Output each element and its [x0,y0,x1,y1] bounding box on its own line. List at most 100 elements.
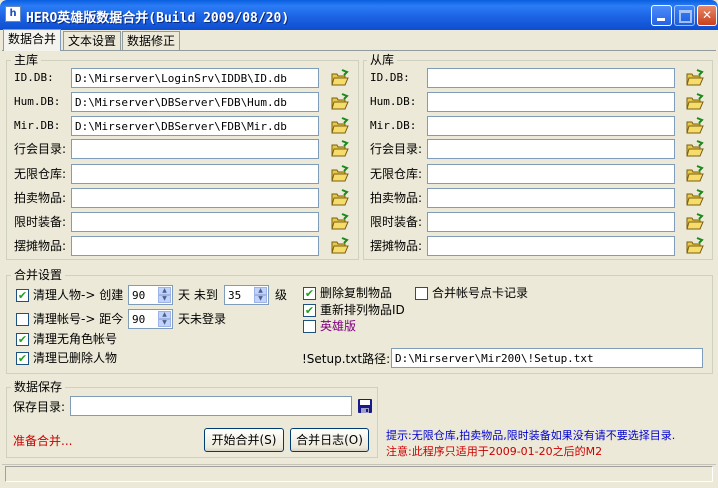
slave-db-label-3: 行会目录: [370,142,423,156]
main-db-label-7: 摆摊物品: [14,239,67,253]
clean-no-char-checkbox[interactable]: ✔ [16,333,29,346]
slave-db-field-7[interactable] [427,236,675,256]
status-bar-pane [5,466,713,482]
merge-settings-title: 合并设置 [11,268,66,282]
clean-chars-days-spinner[interactable]: 90 ▲ ▼ [128,285,173,305]
slave-db-field-2[interactable] [427,116,675,136]
slave-db-field-0[interactable] [427,68,675,88]
start-merge-button[interactable]: 开始合并(S) [204,428,284,452]
folder-open-icon[interactable] [685,237,705,255]
minimize-button[interactable] [651,5,672,26]
close-button[interactable]: ✕ [697,5,717,26]
slave-db-label-2: Mir.DB: [370,119,417,132]
slave-db-field-4[interactable] [427,164,675,184]
folder-open-icon[interactable] [330,93,350,111]
clean-accounts-checkbox[interactable] [16,313,29,326]
warning-text: 注意:此程序只适用于2009-01-20之后的M2 [386,445,603,458]
slave-db-field-5[interactable] [427,188,675,208]
main-db-field-4[interactable] [71,164,319,184]
hero-checkbox[interactable] [303,320,316,333]
main-db-title: 主库 [11,53,42,67]
tab-data-merge[interactable]: 数据合并 [3,29,62,51]
folder-open-icon[interactable] [330,213,350,231]
clean-chars-checkbox[interactable]: ✔ [16,289,29,302]
hero-label: 英雄版 [320,319,357,333]
slave-db-label-6: 限时装备: [370,215,423,229]
renumber-checkbox[interactable]: ✔ [303,304,316,317]
folder-open-icon[interactable] [685,69,705,87]
main-db-label-3: 行会目录: [14,142,67,156]
slave-db-field-6[interactable] [427,212,675,232]
folder-open-icon[interactable] [330,69,350,87]
merge-card-checkbox[interactable] [415,287,428,300]
setup-path-label: !Setup.txt路径: [302,352,391,366]
folder-open-icon[interactable] [685,213,705,231]
clean-deleted-checkbox[interactable]: ✔ [16,352,29,365]
window-title: HERO英雄版数据合并(Build 2009/08/20) [26,11,290,26]
main-db-field-7[interactable] [71,236,319,256]
status-text: 准备合并... [13,434,73,448]
clean-no-char-label: 清理无角色帐号 [33,332,118,346]
maximize-button[interactable] [674,5,695,26]
clean-deleted-label: 清理已删除人物 [33,351,118,365]
save-title: 数据保存 [11,380,66,394]
clean-accounts-days-value: 90 [132,313,146,326]
clean-accounts-label: 清理帐号-> 距今 [33,312,124,326]
folder-open-icon[interactable] [330,237,350,255]
slave-db-label-4: 无限仓库: [370,167,423,181]
setup-path-field[interactable]: D:\Mirserver\Mir200\!Setup.txt [391,348,703,368]
folder-open-icon[interactable] [685,165,705,183]
main-db-field-0[interactable]: D:\Mirserver\LoginSrv\IDDB\ID.db [71,68,319,88]
folder-open-icon[interactable] [685,189,705,207]
merge-card-label: 合并帐号点卡记录 [432,286,529,300]
spin-up-icon[interactable]: ▲ [254,287,267,295]
minimize-icon [652,6,671,25]
folder-open-icon[interactable] [685,140,705,158]
main-db-label-4: 无限仓库: [14,167,67,181]
folder-open-icon[interactable] [330,140,350,158]
spin-down-icon[interactable]: ▼ [158,295,171,303]
tab-data-fix[interactable]: 数据修正 [122,31,181,50]
slave-db-label-5: 拍卖物品: [370,191,423,205]
slave-db-field-1[interactable] [427,92,675,112]
main-db-label-0: ID.DB: [14,71,54,84]
slave-db-label-7: 摆摊物品: [370,239,423,253]
clean-accounts-unit: 天未登录 [178,312,227,326]
spin-down-icon[interactable]: ▼ [254,295,267,303]
main-db-label-2: Mir.DB: [14,119,61,132]
renumber-label: 重新排列物品ID [320,303,405,317]
spin-up-icon[interactable]: ▲ [158,287,171,295]
main-db-field-5[interactable] [71,188,319,208]
slave-db-title: 从库 [367,53,398,67]
main-db-label-5: 拍卖物品: [14,191,67,205]
maximize-icon [675,6,694,25]
delete-dup-checkbox[interactable]: ✔ [303,287,316,300]
clean-chars-days-value: 90 [132,289,146,302]
folder-open-icon[interactable] [685,93,705,111]
main-db-field-2[interactable]: D:\Mirserver\DBServer\FDB\Mir.db [71,116,319,136]
slave-db-field-3[interactable] [427,139,675,159]
save-dir-field[interactable] [70,396,352,416]
app-icon[interactable]: h [5,6,21,22]
clean-chars-level-unit: 级 [275,288,288,302]
folder-open-icon[interactable] [330,189,350,207]
main-db-field-6[interactable] [71,212,319,232]
main-db-field-3[interactable] [71,139,319,159]
folder-open-icon[interactable] [330,117,350,135]
main-db-field-1[interactable]: D:\Mirserver\DBServer\FDB\Hum.db [71,92,319,112]
close-icon: ✕ [701,8,713,22]
folder-open-icon[interactable] [330,165,350,183]
merge-log-button[interactable]: 合并日志(O) [290,428,369,452]
save-dir-label: 保存目录: [13,400,66,414]
clean-chars-days-unit: 天 未到 [178,288,218,302]
clean-chars-label: 清理人物-> 创建 [33,288,124,302]
tab-text-settings[interactable]: 文本设置 [63,31,122,50]
spin-up-icon[interactable]: ▲ [158,311,171,319]
clean-accounts-days-spinner[interactable]: 90 ▲ ▼ [128,309,173,329]
clean-chars-level-spinner[interactable]: 35 ▲ ▼ [224,285,269,305]
main-db-label-1: Hum.DB: [14,95,61,108]
save-disk-icon[interactable] [357,398,373,414]
folder-open-icon[interactable] [685,117,705,135]
spin-down-icon[interactable]: ▼ [158,319,171,327]
slave-db-label-1: Hum.DB: [370,95,417,108]
